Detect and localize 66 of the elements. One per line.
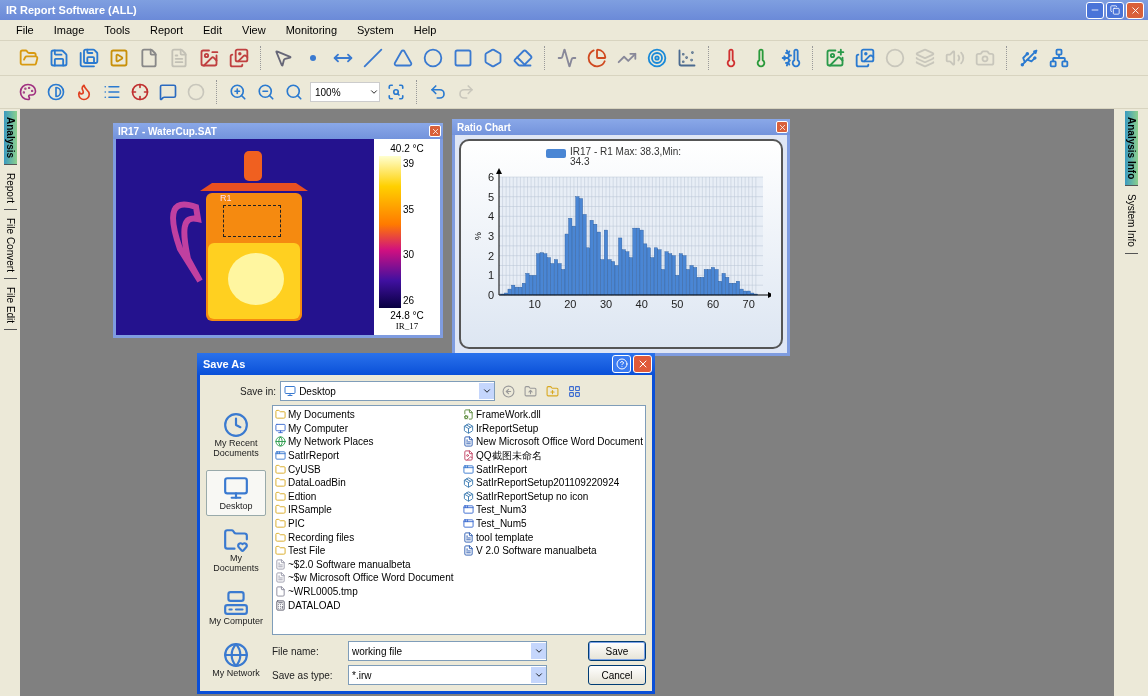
- x-tick-label: 20: [564, 298, 577, 310]
- scale-tick-label: 26: [403, 294, 415, 306]
- y-tick-label: 1: [487, 269, 494, 282]
- entry-label: SatIrReport: [476, 463, 528, 475]
- entry-label: DataLoadBin: [288, 477, 346, 489]
- place-label: My Documents: [212, 553, 260, 573]
- region-label: R1: [220, 193, 232, 203]
- y-axis-label: %: [473, 232, 483, 240]
- entry-label: tool template: [476, 531, 534, 543]
- image-name: IR_17: [395, 321, 419, 331]
- entry-label: My Computer: [288, 422, 348, 434]
- entry-label: Test_Num5: [476, 518, 527, 530]
- scale-tick-label: 30: [403, 249, 415, 261]
- entry-label: IRSample: [288, 504, 332, 516]
- x-tick-label: 30: [599, 298, 613, 310]
- save-in-value: Desktop: [299, 385, 336, 397]
- entry-label: QQ截图未命名: [476, 448, 542, 463]
- entry-label: PIC: [288, 518, 305, 530]
- file-name-label: File name:: [272, 645, 320, 657]
- place-label: My Computer: [209, 615, 263, 626]
- window-title: IR Report Software (ALL): [6, 4, 137, 16]
- file-name-value: working file: [352, 645, 403, 657]
- scale-tick-label: 35: [403, 203, 415, 215]
- entry-label: Edtion: [288, 490, 317, 502]
- scale-tick-label: 39: [403, 158, 415, 169]
- x-tick-label: 10: [528, 298, 541, 310]
- entry-label: SatIrReportSetup201109220924: [476, 477, 620, 489]
- entry-label: DATALOAD: [288, 599, 341, 611]
- entry-label: Recording files: [288, 531, 355, 543]
- y-tick-label: 0: [487, 289, 494, 301]
- entry-label: CyUSB: [288, 463, 321, 475]
- entry-label: SatIrReportSetup no icon: [476, 490, 589, 502]
- entry-label: FrameWork.dll: [476, 409, 541, 421]
- image-window-title: IR17 - WaterCup.SAT: [117, 125, 217, 137]
- entry-label: My Documents: [288, 409, 355, 421]
- place-label: My Recent Documents: [212, 438, 260, 458]
- file-type-value: *.irw: [352, 669, 372, 681]
- y-tick-label: 4: [487, 210, 494, 223]
- place-label: Desktop: [219, 500, 253, 511]
- entry-label: New Microsoft Office Word Document: [476, 436, 643, 448]
- y-tick-label: 3: [487, 230, 494, 242]
- entry-label: ~WRL0005.tmp: [288, 586, 358, 597]
- entry-label: Test_Num3: [476, 504, 527, 516]
- min-temperature: 24.8 °C: [390, 310, 424, 321]
- chart-window-title: Ratio Chart: [456, 121, 511, 133]
- file-type-label: Save as type:: [272, 669, 334, 681]
- dialog-title: Save As: [203, 358, 246, 370]
- x-tick-label: 40: [635, 298, 648, 310]
- legend-label: IR17 - R1 Max: 38.3,Min: 34.3: [570, 147, 683, 167]
- entry-label: My Network Places: [288, 436, 374, 448]
- place-label: My Network: [212, 668, 260, 678]
- entry-label: ~$w Microsoft Office Word Document: [288, 572, 454, 584]
- entry-label: Test File: [288, 545, 326, 557]
- x-tick-label: 70: [742, 298, 755, 310]
- y-tick-label: 6: [487, 171, 494, 183]
- entry-label: V 2.0 Software manualbeta: [476, 545, 597, 557]
- save-in-label: Save in:: [240, 385, 277, 397]
- y-tick-label: 2: [487, 249, 494, 262]
- max-temperature: 40.2 °C: [390, 143, 424, 154]
- y-tick-label: 5: [487, 190, 494, 203]
- zoom-value: 100%: [315, 86, 341, 98]
- entry-label: ~$2.0 Software manualbeta: [288, 558, 411, 570]
- x-tick-label: 50: [671, 298, 684, 310]
- entry-label: IrReportSetup: [476, 422, 539, 434]
- x-tick-label: 60: [706, 298, 720, 310]
- entry-label: SatIrReport: [288, 450, 340, 462]
